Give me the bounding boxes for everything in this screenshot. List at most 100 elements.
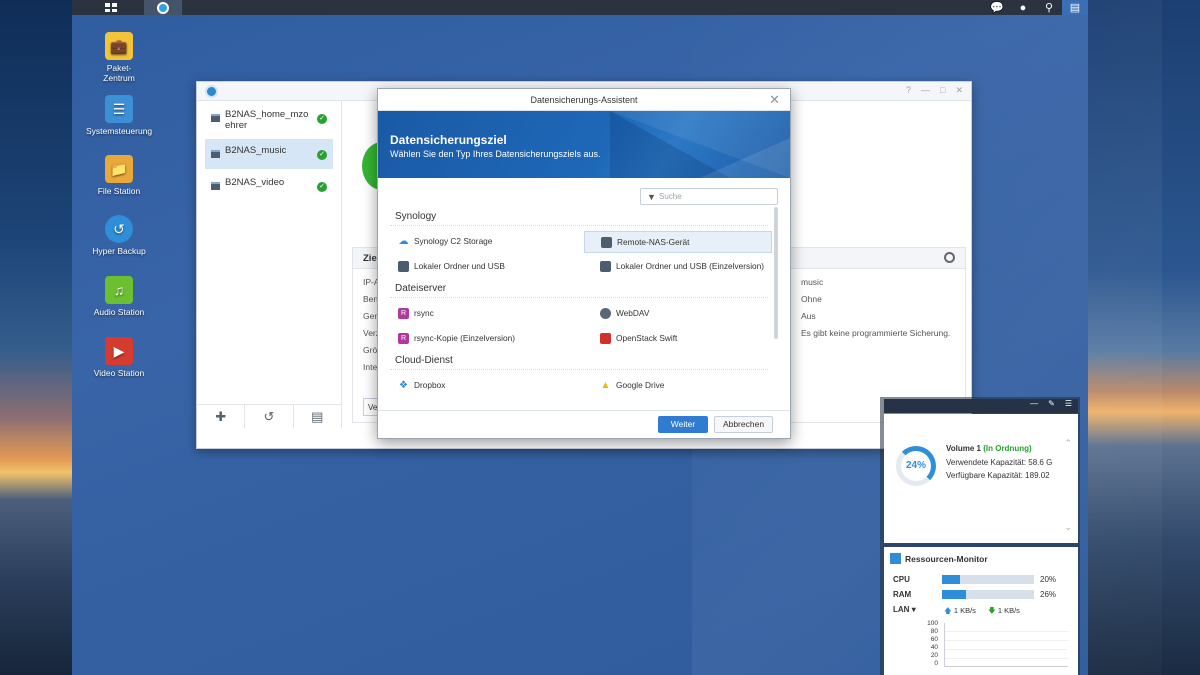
category-synology: Synology (395, 211, 437, 222)
server-icon (211, 150, 220, 158)
minimize-icon[interactable]: — (921, 85, 930, 96)
task-label: B2NAS_video (225, 177, 285, 188)
cancel-button[interactable]: Abbrechen (714, 416, 773, 433)
option-synology-c2[interactable]: ☁ Synology C2 Storage (382, 231, 570, 253)
chevron-down-icon[interactable]: ⌄ (1064, 522, 1072, 533)
search-button[interactable]: ⚲ (1036, 0, 1062, 15)
close-icon[interactable]: ✕ (955, 85, 963, 96)
option-webdav[interactable]: WebDAV (584, 303, 772, 325)
option-label: WebDAV (616, 308, 650, 318)
option-rsync-copy[interactable]: R rsync-Kopie (Einzelversion) (382, 328, 570, 350)
widgets-icon: ▤ (1069, 2, 1081, 14)
option-openstack[interactable]: OpenStack Swift (584, 328, 772, 350)
folder-icon: 📁 (105, 155, 133, 183)
rsync-icon: R (398, 308, 409, 319)
close-icon[interactable]: ✕ (769, 89, 780, 111)
option-label: Lokaler Ordner und USB (Einzelversion) (616, 261, 765, 271)
dialog-titlebar[interactable]: Datensicherungs-Assistent ✕ (378, 89, 790, 111)
sidebar-toolbar: ✚ ↺ ▤ (197, 404, 342, 428)
volume-name: Volume 1 (946, 444, 981, 453)
upload-arrow-icon: 🡅 (944, 606, 952, 615)
task-item-selected[interactable]: B2NAS_music ✓ (205, 139, 333, 169)
lan-dropdown[interactable]: LAN ▾ (893, 605, 916, 614)
add-task-button[interactable]: ✚ (197, 405, 246, 428)
backup-wizard-dialog: Datensicherungs-Assistent ✕ Datensicheru… (377, 88, 791, 439)
download-rate: 1 KB/s (997, 606, 1020, 615)
option-label: Lokaler Ordner und USB (414, 261, 505, 271)
pin-icon[interactable]: ✎ (1048, 399, 1055, 413)
category-dateiserver: Dateiserver (395, 283, 447, 294)
desktop-icon-file-station[interactable]: 📁 File Station (86, 155, 152, 196)
ram-label: RAM (893, 590, 912, 599)
cpu-value: 20% (1040, 575, 1057, 584)
search-placeholder: Suche (659, 192, 682, 201)
download-arrow-icon: 🡇 (988, 606, 996, 615)
notification-button[interactable]: 💬 (984, 0, 1010, 15)
restore-button[interactable]: ↺ (245, 405, 294, 428)
help-icon[interactable]: ? (906, 85, 911, 96)
option-local-folder-single[interactable]: Lokaler Ordner und USB (Einzelversion) (584, 256, 772, 278)
notification-icon: 💬 (990, 2, 1004, 14)
option-local-folder[interactable]: Lokaler Ordner und USB (382, 256, 570, 278)
desktop-icon-video-station[interactable]: ▶ Video Station (86, 337, 152, 378)
info-value: Aus (801, 311, 816, 321)
search-input[interactable]: ▼ Suche (640, 188, 778, 205)
user-button[interactable]: ● (1010, 0, 1036, 15)
volume-status: (In Ordnung) (983, 444, 1032, 453)
settings-icon[interactable] (944, 252, 955, 263)
hyper-backup-logo-icon (205, 85, 218, 98)
dropdown-arrow-icon: ▾ (911, 605, 916, 614)
dialog-title: Datensicherungs-Assistent (530, 95, 638, 105)
scrollbar[interactable] (774, 207, 778, 339)
rsync-copy-icon: R (398, 333, 409, 344)
resource-monitor-title: Ressourcen-Monitor (905, 554, 988, 564)
option-label: Remote-NAS-Gerät (617, 237, 690, 247)
main-menu-button[interactable] (92, 0, 130, 15)
divider (390, 297, 768, 298)
divider (390, 369, 768, 370)
info-value: Es gibt keine programmierte Sicherung. (801, 328, 951, 338)
apps-grid-icon (105, 3, 117, 12)
desktop-icon-package-center[interactable]: 💼 Paket- Zentrum (86, 32, 152, 83)
webdav-icon (600, 308, 611, 319)
network-chart (944, 623, 1068, 667)
search-icon: ⚲ (1044, 2, 1054, 14)
task-item[interactable]: B2NAS_home_mzo ehrer ✓ (205, 103, 333, 137)
desktop-icon-hyper-backup[interactable]: ↺ Hyper Backup (86, 215, 152, 256)
option-google-drive[interactable]: ▲ Google Drive (584, 375, 772, 397)
maximize-icon[interactable]: □ (940, 85, 945, 96)
desktop-icon-label: Paket- Zentrum (103, 63, 135, 83)
storage-widget: 24% Volume 1 (In Ordnung) Verwendete Kap… (884, 414, 1078, 543)
axis-tick: 40 (930, 644, 938, 651)
hyper-backup-icon (157, 1, 169, 14)
monitor-icon (890, 553, 901, 564)
package-icon: 💼 (105, 32, 133, 60)
option-label: Google Drive (616, 380, 665, 390)
status-ok-icon: ✓ (317, 114, 327, 124)
wallpaper-left (0, 0, 72, 675)
next-button[interactable]: Weiter (658, 416, 708, 433)
axis-tick: 60 (930, 636, 938, 643)
minimize-icon[interactable]: — (1030, 399, 1038, 413)
option-label: Dropbox (414, 380, 446, 390)
local-folder-single-icon (600, 261, 611, 272)
option-dropbox[interactable]: ❖ Dropbox (382, 375, 570, 397)
desktop-icon-label: Hyper Backup (92, 246, 146, 256)
chevron-up-icon[interactable]: ⌃ (1064, 438, 1072, 449)
taskbar-hyper-backup[interactable] (144, 0, 182, 15)
user-icon: ● (1019, 1, 1027, 14)
desktop-icon-control-panel[interactable]: ☰ Systemsteuerung (86, 95, 152, 136)
desktop-icon-label: Audio Station (93, 307, 145, 317)
log-button[interactable]: ▤ (294, 405, 342, 428)
desktop-icon-audio-station[interactable]: ♫ Audio Station (86, 276, 152, 317)
divider (390, 225, 768, 226)
status-ok-icon: ✓ (317, 182, 327, 192)
desktop-icon-label: File Station (97, 186, 141, 196)
widget-settings-icon[interactable]: ☰ (1065, 399, 1072, 413)
widgets-button[interactable]: ▤ (1062, 0, 1088, 15)
axis-tick: 100 (927, 620, 938, 627)
option-remote-nas[interactable]: Remote-NAS-Gerät (584, 231, 772, 253)
option-rsync[interactable]: R rsync (382, 303, 570, 325)
task-item[interactable]: B2NAS_video ✓ (205, 171, 333, 201)
axis-tick: 80 (930, 628, 938, 635)
